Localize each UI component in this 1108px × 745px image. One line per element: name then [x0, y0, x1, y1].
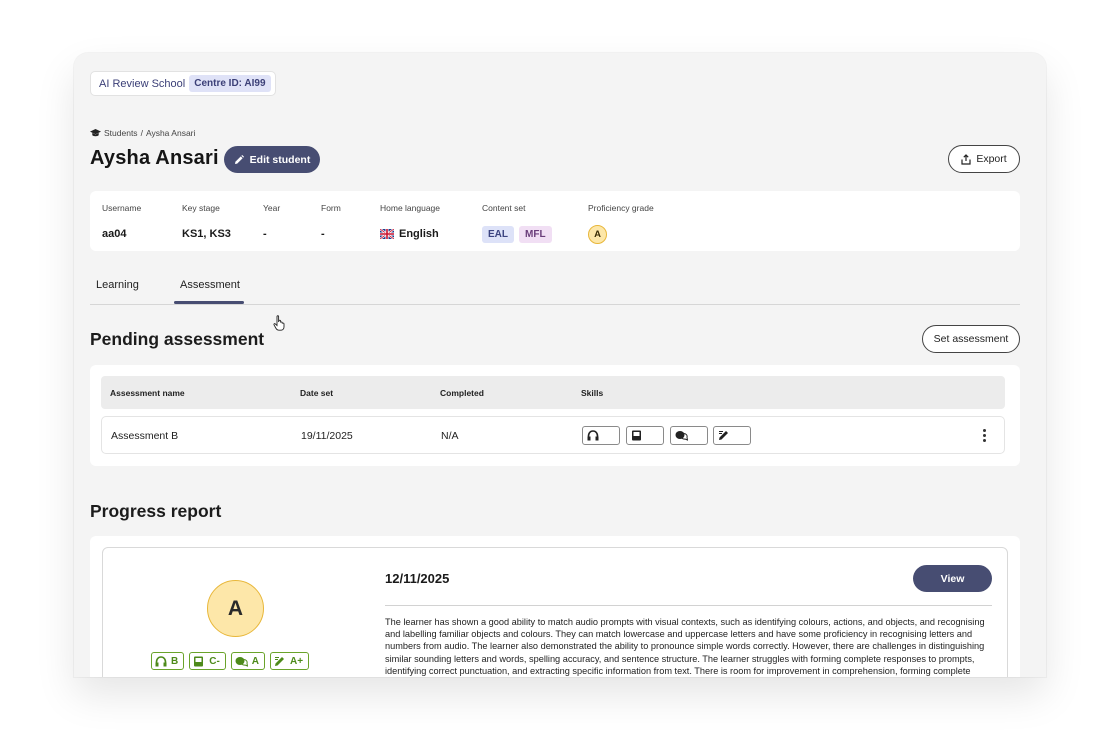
writing-icon	[275, 656, 285, 666]
writing-icon	[719, 431, 728, 440]
grade-value: A+	[290, 655, 304, 667]
info-label: Username	[102, 203, 142, 213]
info-key-stage: Key stage KS1, KS3	[182, 203, 231, 243]
info-value: English	[380, 225, 440, 243]
listening-skill-box	[582, 426, 620, 445]
listening-icon	[587, 430, 599, 441]
graduation-cap-icon	[90, 128, 101, 136]
school-name: AI Review School	[99, 77, 186, 90]
info-content-set: Content set EAL MFL	[482, 203, 552, 243]
divider	[385, 605, 992, 606]
column-header: Date set	[300, 388, 334, 398]
info-value: aa04	[102, 228, 127, 240]
export-icon	[961, 153, 971, 165]
speaking-icon	[675, 431, 688, 441]
info-year: Year -	[263, 203, 280, 243]
speaking-grade: A	[230, 652, 266, 670]
breadcrumb: Students / Aysha Ansari	[90, 128, 195, 138]
grade-value: C-	[209, 655, 220, 667]
listening-grade: B	[151, 652, 185, 670]
grade-value: A	[251, 655, 260, 667]
edit-student-button[interactable]: Edit student	[224, 146, 320, 173]
info-value: A	[588, 224, 654, 244]
page-title: Aysha Ansari	[90, 147, 219, 169]
breadcrumb-students[interactable]: Students	[104, 128, 138, 138]
completed: N/A	[441, 430, 459, 442]
home-language-value: English	[399, 228, 439, 240]
breadcrumb-separator: /	[140, 128, 143, 138]
tab-assessment[interactable]: Assessment	[180, 279, 240, 291]
listening-icon	[155, 655, 167, 666]
hand-cursor-icon	[273, 315, 285, 331]
reading-icon	[194, 656, 204, 666]
column-header: Completed	[440, 388, 484, 398]
column-header: Assessment name	[110, 388, 185, 398]
progress-report-title: Progress report	[90, 501, 222, 521]
edit-student-label: Edit student	[249, 153, 311, 166]
student-info-card: Username aa04 Key stage KS1, KS3 Year - …	[90, 191, 1020, 251]
content-chip-mfl: MFL	[519, 225, 552, 243]
report-entry: A B C- A A+ 12/11/2025 View The learner …	[102, 547, 1008, 677]
date-set: 19/11/2025	[301, 430, 353, 442]
report-date: 12/11/2025	[385, 571, 450, 586]
assessment-name: Assessment B	[111, 430, 179, 442]
info-value: -	[321, 228, 325, 240]
info-label: Year	[263, 203, 281, 213]
info-label: Home language	[380, 203, 441, 213]
table-header: Assessment name Date set Completed Skill…	[101, 376, 1005, 409]
reading-skill-box	[626, 426, 664, 445]
table-row[interactable]: Assessment B 19/11/2025 N/A	[101, 416, 1005, 454]
view-report-button[interactable]: View	[913, 565, 992, 592]
writing-grade: A+	[270, 652, 310, 670]
export-button[interactable]: Export	[948, 145, 1020, 173]
reading-grade: C-	[189, 652, 226, 670]
breadcrumb-current: Aysha Ansari	[145, 128, 196, 138]
info-username: Username aa04	[102, 203, 141, 243]
school-selector[interactable]: AI Review School Centre ID: AI99	[90, 71, 276, 96]
tab-learning[interactable]: Learning	[96, 279, 139, 291]
column-header: Skills	[581, 388, 604, 398]
set-assessment-button[interactable]: Set assessment	[922, 325, 1020, 353]
app-window: AI Review School Centre ID: AI99 Student…	[74, 53, 1046, 677]
skill-grades: B C- A A+	[151, 652, 310, 670]
tab-bar: Learning Assessment	[90, 267, 1020, 305]
speaking-icon	[235, 656, 248, 667]
reading-icon	[632, 430, 641, 441]
uk-flag-icon	[380, 229, 394, 239]
info-proficiency: Proficiency grade A	[588, 203, 654, 244]
info-label: Proficiency grade	[588, 203, 654, 213]
centre-id-badge: Centre ID: AI99	[189, 75, 271, 92]
info-value: KS1, KS3	[182, 228, 231, 240]
progress-report-card: A B C- A A+ 12/11/2025 View The learner …	[90, 536, 1020, 677]
info-label: Key stage	[182, 203, 220, 213]
content-chip-eal: EAL	[482, 225, 514, 243]
writing-skill-box	[713, 426, 751, 445]
pencil-icon	[234, 154, 244, 164]
info-value: EAL MFL	[482, 225, 552, 243]
info-value: -	[263, 228, 267, 240]
speaking-skill-box	[670, 426, 708, 445]
export-label: Export	[976, 153, 1007, 165]
pending-assessment-title: Pending assessment	[90, 329, 265, 349]
info-label: Content set	[482, 203, 526, 213]
pending-assessment-table: Assessment name Date set Completed Skill…	[90, 365, 1020, 466]
row-menu-icon[interactable]	[983, 429, 987, 442]
report-summary: The learner has shown a good ability to …	[385, 617, 985, 676]
grade-value: B	[171, 655, 179, 667]
info-home-language: Home language English	[380, 203, 440, 243]
active-tab-indicator	[174, 301, 244, 304]
proficiency-grade-badge: A	[588, 224, 607, 244]
info-label: Form	[321, 203, 341, 213]
info-form: Form -	[321, 203, 341, 243]
overall-grade-badge: A	[207, 580, 264, 637]
